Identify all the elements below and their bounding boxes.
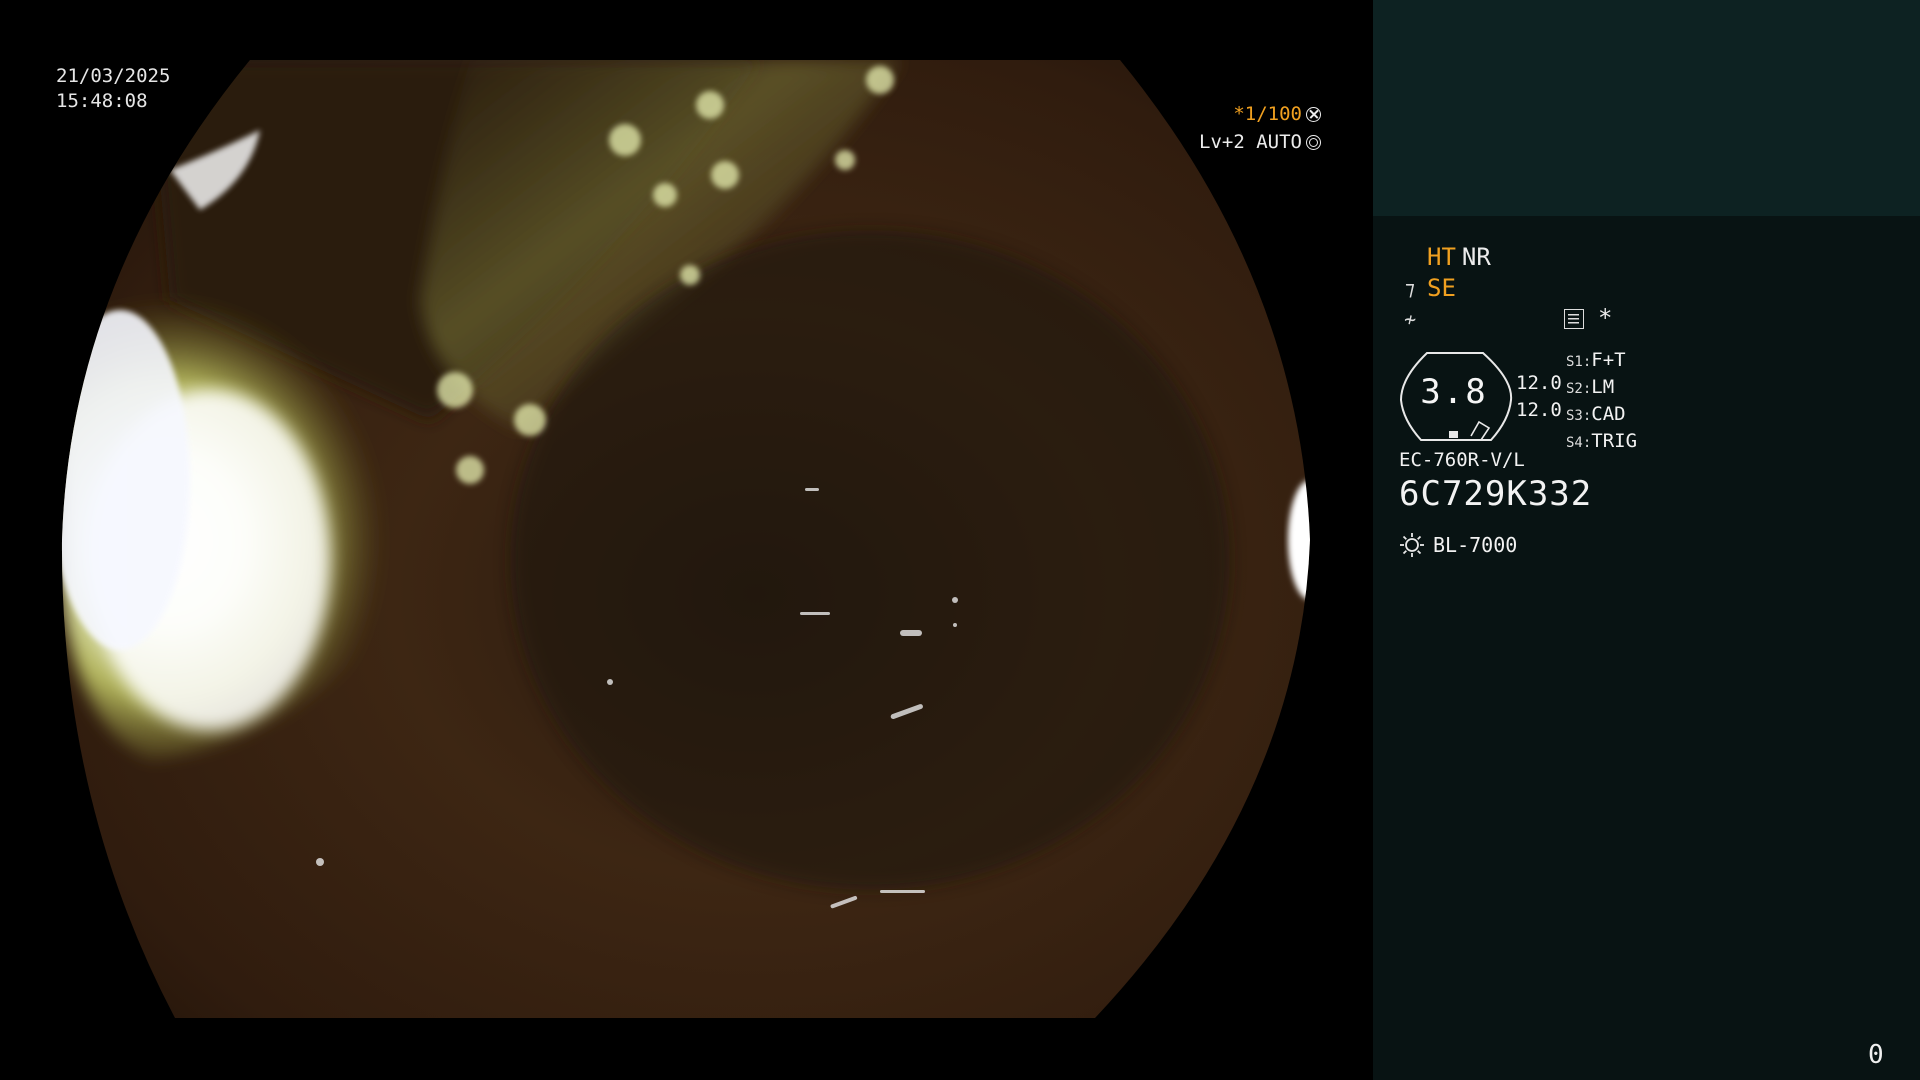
date-text: 21/03/2025: [56, 65, 171, 87]
time-text: 15:48:08: [56, 90, 148, 112]
gauge-side-values: 12.0 12.0: [1516, 370, 1562, 424]
processing-modes: HT NR ⁊ SE ≁: [1399, 242, 1491, 335]
iris-icon: [1306, 134, 1321, 150]
image-counter: 0: [1868, 1040, 1884, 1070]
mode-se: SE: [1427, 274, 1456, 302]
exposure-mode-text: Lv+2 AUTO: [1199, 131, 1302, 153]
scope-switch-settings: S1:F+T S2:LM S3:CAD S4:TRIG: [1566, 348, 1637, 456]
endoscope-video-view: 21/03/2025 15:48:08 *1/100 Lv+2 AUTO: [0, 0, 1373, 1080]
light-source-model: BL-7000: [1433, 533, 1518, 557]
gauge: 3.8: [1399, 350, 1515, 444]
switch-row: S1:F+T: [1566, 349, 1626, 371]
gauge-value-upper: 12.0: [1516, 372, 1562, 394]
exposure-readout: *1/100 Lv+2 AUTO: [1199, 100, 1321, 156]
light-source-info: BL-7000: [1399, 532, 1517, 558]
switch-row: S3:CAD: [1566, 403, 1626, 425]
switch-row: S2:LM: [1566, 376, 1615, 398]
date-time-readout: 21/03/2025 15:48:08: [56, 64, 170, 114]
shutter-speed-text: *1/100: [1233, 103, 1302, 125]
gauge-value: 3.8: [1420, 372, 1488, 412]
gauge-value-lower: 12.0: [1516, 399, 1562, 421]
endoscope-image: [61, 60, 1310, 1018]
sun-icon: [1400, 533, 1424, 557]
scope-model: EC-760R-V/L: [1399, 449, 1525, 471]
mode-ht: HT: [1427, 243, 1456, 271]
switch-row: S4:TRIG: [1566, 430, 1638, 452]
memo-icon: [1564, 309, 1584, 329]
se-symbol-icon: ⁊: [1405, 276, 1415, 300]
mode-nr: NR: [1461, 243, 1491, 271]
asterisk-indicator: *: [1598, 304, 1613, 332]
shutter-icon: [1306, 106, 1321, 122]
panel-header-area: [1373, 0, 1920, 216]
function-symbol-icon: ≁: [1403, 307, 1417, 331]
endoscopy-screen: 21/03/2025 15:48:08 *1/100 Lv+2 AUTO HT …: [0, 0, 1920, 1080]
scope-serial-number: 6C729K332: [1399, 474, 1593, 514]
